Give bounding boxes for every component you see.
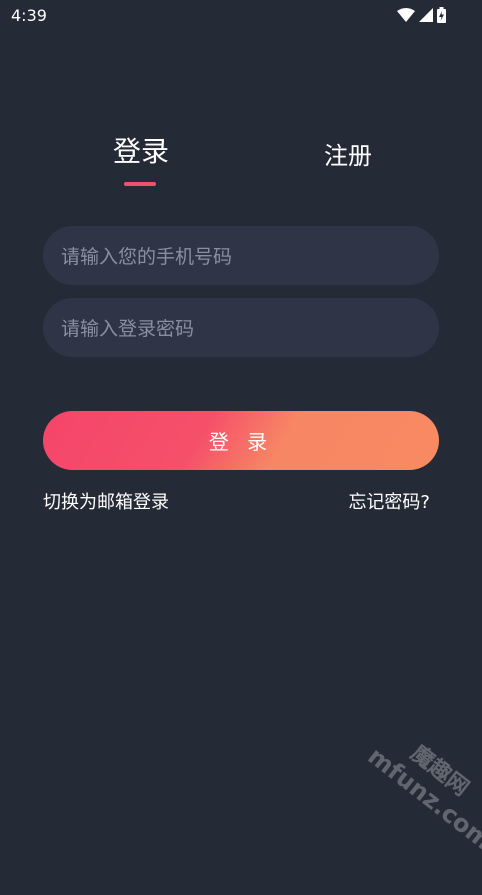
password-field bbox=[43, 298, 439, 359]
phone-input[interactable] bbox=[59, 226, 427, 287]
active-tab-indicator bbox=[124, 182, 156, 186]
login-button[interactable]: 登 录 bbox=[43, 411, 439, 470]
switch-to-email-link[interactable]: 切换为邮箱登录 bbox=[43, 488, 169, 514]
tab-register[interactable]: 注册 bbox=[320, 136, 376, 171]
signal-icon bbox=[419, 8, 433, 22]
status-bar: 4:39 bbox=[0, 0, 482, 32]
watermark: 魔趣网 mfunz.com bbox=[332, 717, 482, 884]
phone-field bbox=[43, 226, 439, 287]
forgot-password-link[interactable]: 忘记密码? bbox=[348, 488, 430, 514]
status-time: 4:39 bbox=[11, 6, 47, 25]
auth-tabs: 登录 注册 bbox=[0, 130, 482, 190]
tab-login[interactable]: 登录 bbox=[110, 130, 172, 170]
battery-charging-icon bbox=[437, 7, 446, 23]
wifi-icon bbox=[397, 8, 415, 22]
password-input[interactable] bbox=[59, 298, 427, 359]
status-icons bbox=[397, 7, 446, 23]
